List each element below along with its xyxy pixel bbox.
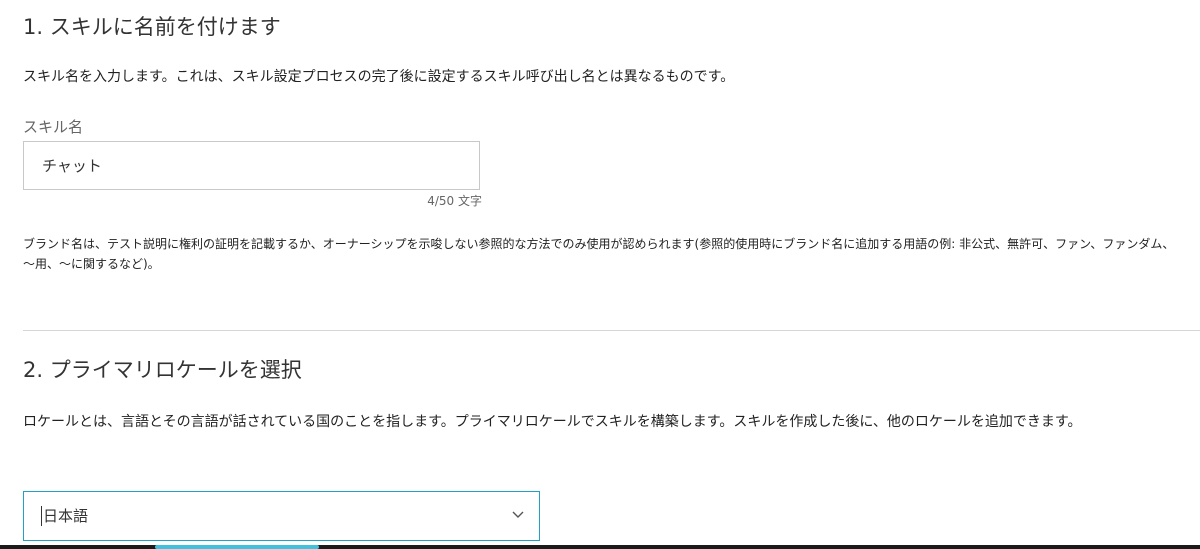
primary-locale-select[interactable]: 日本語 — [23, 491, 540, 541]
bottom-accent-bar — [155, 545, 319, 549]
skill-name-input[interactable] — [23, 141, 480, 190]
brand-name-note: ブランド名は、テスト説明に権利の証明を記載するか、オーナーシップを示唆しない参照… — [23, 237, 1175, 271]
chevron-down-icon — [512, 511, 524, 518]
section1-description: スキル名を入力します。これは、スキル設定プロセスの完了後に設定するスキル呼び出し… — [23, 69, 735, 85]
section1-heading: 1. スキルに名前を付けます — [23, 15, 281, 39]
section-divider — [23, 330, 1200, 331]
skill-name-label: スキル名 — [23, 118, 84, 136]
section2-description: ロケールとは、言語とその言語が話されている国のことを指します。プライマリロケール… — [23, 414, 1082, 430]
section2-heading: 2. プライマリロケールを選択 — [23, 358, 302, 382]
selected-locale: 日本語 — [41, 506, 89, 526]
character-counter: 4/50 文字 — [427, 194, 482, 208]
